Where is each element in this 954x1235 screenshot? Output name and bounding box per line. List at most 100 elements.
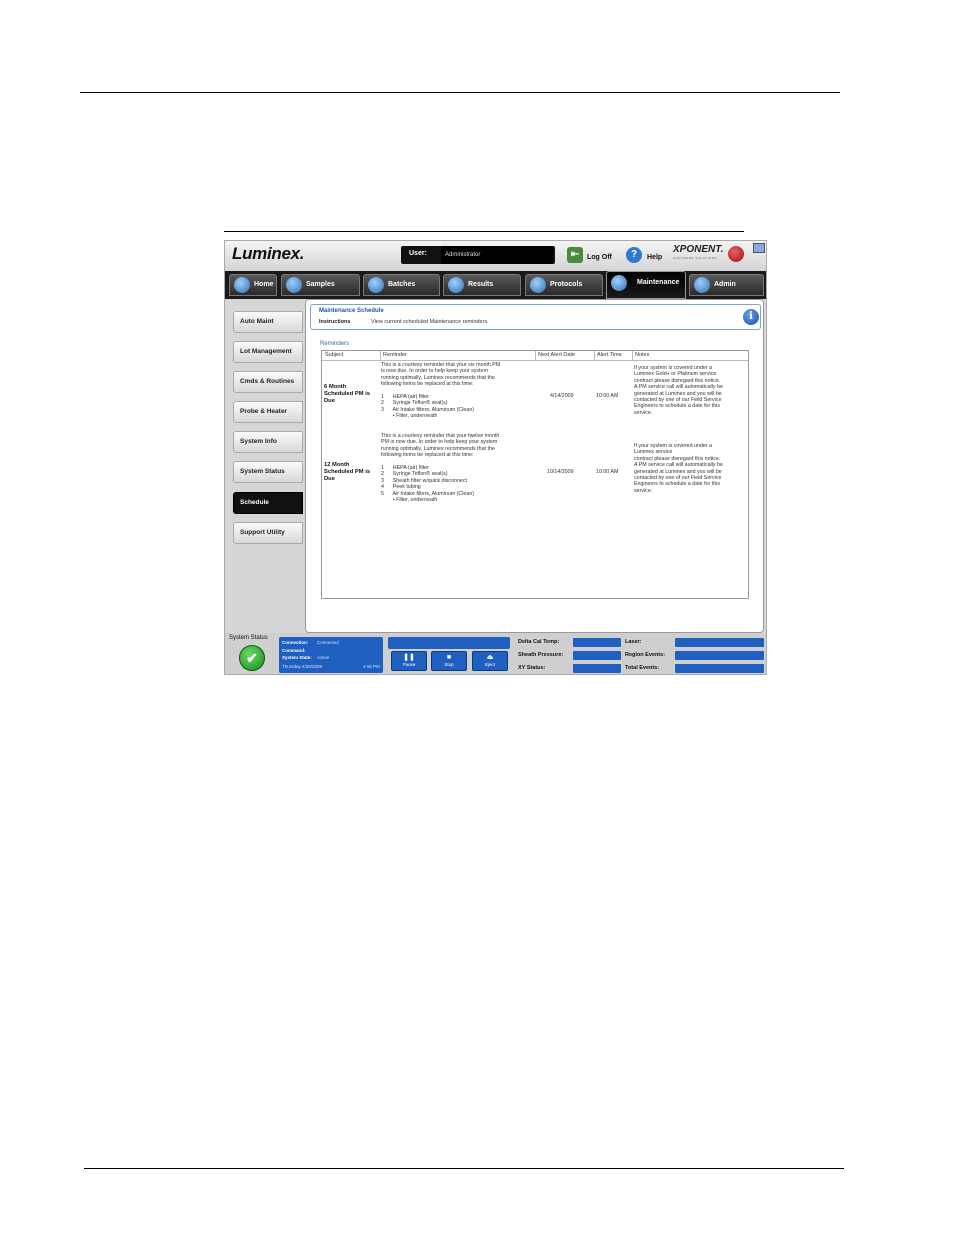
col-divider <box>632 351 633 360</box>
eject-button[interactable]: ⏏ Eject <box>472 651 508 671</box>
message-icon[interactable] <box>753 243 765 253</box>
row1-alert-time[interactable]: 10:00 AM <box>596 393 618 399</box>
protocols-icon <box>530 277 546 293</box>
sidebar-item-cmds-routines[interactable]: Cmds & Routines <box>233 371 303 393</box>
pause-button[interactable]: ❚❚ Pause <box>391 651 427 671</box>
status-light-icon <box>728 246 744 262</box>
stop-label: Stop <box>444 662 454 667</box>
row1-next-alert-date[interactable]: 4/14/2009 <box>550 393 574 399</box>
sidebar-item-system-status[interactable]: System Status <box>233 461 303 483</box>
region-events-bar <box>675 651 764 660</box>
col-header-subject[interactable]: Subject <box>325 352 343 358</box>
instructions-text: View current scheduled Maintenance remin… <box>371 319 489 325</box>
row2-reminder[interactable]: This is a courtesy reminder that your tw… <box>381 433 535 503</box>
logoff-icon[interactable]: ⇤ <box>567 247 583 263</box>
sheath-pressure-label: Sheath Pressure: <box>518 652 564 658</box>
system-status-label: System Status <box>229 635 268 641</box>
sidebar-item-auto-maint[interactable]: Auto Maint <box>233 311 303 333</box>
subject-line: Due <box>324 397 335 404</box>
tab-label: Home <box>254 281 274 288</box>
admin-icon <box>694 277 710 293</box>
subject-line: Scheduled PM is <box>324 390 371 397</box>
subject-line: 12 Month <box>324 462 350 468</box>
notes-line: service. <box>634 487 653 494</box>
row1-notes[interactable]: If your system is covered under a Lumine… <box>634 365 748 416</box>
total-events-bar <box>675 664 764 673</box>
col-divider <box>380 351 381 360</box>
notes-line: service. <box>634 409 653 416</box>
help-icon[interactable]: ? <box>626 247 642 263</box>
region-events-label: Region Events: <box>625 652 666 658</box>
row2-notes[interactable]: If your system is covered under a Lumine… <box>634 443 748 494</box>
laser-bar <box>675 638 764 647</box>
page-top-rule <box>80 92 840 93</box>
user-field[interactable]: Administrator <box>441 246 553 264</box>
sidebar-item-support-utility[interactable]: Support Utility <box>233 522 303 544</box>
row1-subject[interactable]: 6 Month Scheduled PM is Due <box>324 384 370 404</box>
sidebar-item-lot-management[interactable]: Lot Management <box>233 341 303 363</box>
stop-button[interactable]: ■ Stop <box>431 651 467 671</box>
delta-cal-temp-label: Delta Cal Temp: <box>518 639 560 645</box>
progress-bar <box>388 637 510 649</box>
total-events-label: Total Events: <box>625 665 660 671</box>
xponent-subtitle: SOFTWARE SOLUTIONS <box>673 256 718 260</box>
reminder-line: • Filter, underneath <box>381 413 438 420</box>
tab-label: Maintenance <box>637 279 680 286</box>
page-title: Maintenance Schedule <box>319 308 384 314</box>
xponent-logo: XPONENT. <box>673 244 724 255</box>
reminder-line: • Filter, underneath <box>381 497 438 504</box>
row2-subject[interactable]: 12 Month Scheduled PM is Due <box>324 462 370 482</box>
subject-line: Scheduled PM is <box>324 468 371 475</box>
col-header-alert-time[interactable]: Alert Time <box>597 352 622 358</box>
batches-icon <box>368 277 384 293</box>
tab-protocols[interactable]: Protocols <box>525 274 603 296</box>
luminex-logo: Luminex. <box>232 244 305 263</box>
col-header-next-alert-date[interactable]: Next Alert Date <box>538 352 575 358</box>
tab-label: Samples <box>306 281 335 288</box>
pause-label: Pause <box>402 662 416 667</box>
connection-panel: Connection: Connected Command: System St… <box>279 637 383 673</box>
col-header-reminder[interactable]: Reminder <box>383 352 407 358</box>
laser-label: Laser: <box>625 639 642 645</box>
sidebar-item-system-info[interactable]: System Info <box>233 431 303 453</box>
info-icon[interactable]: i <box>743 309 759 325</box>
pause-icon: ❚❚ <box>403 654 415 661</box>
logoff-button[interactable]: Log Off <box>587 254 612 261</box>
help-button[interactable]: Help <box>647 254 662 261</box>
user-box: User: Administrator <box>401 246 555 264</box>
subject-line: 6 Month <box>324 384 347 390</box>
system-state-label: System State: <box>282 655 312 660</box>
sidebar-item-probe-heater[interactable]: Probe & Heater <box>233 401 303 423</box>
row2-next-alert-date[interactable]: 10/14/2009 <box>547 469 574 475</box>
row1-reminder[interactable]: This is a courtesy reminder that your si… <box>381 362 535 420</box>
col-header-notes[interactable]: Notes <box>635 352 649 358</box>
user-label: User: <box>409 250 427 257</box>
date-value: Thursday 4/30/2009 <box>282 664 323 669</box>
sidebar-item-schedule[interactable]: Schedule <box>233 492 303 514</box>
tab-home[interactable]: Home <box>229 274 277 296</box>
tab-maintenance[interactable]: Maintenance <box>606 271 686 299</box>
sidebar: Auto Maint Lot Management Cmds & Routine… <box>225 299 305 633</box>
xy-status-label: XY Status: <box>518 665 546 671</box>
tab-label: Results <box>468 281 494 288</box>
tab-samples[interactable]: Samples <box>281 274 360 296</box>
checkmark-icon[interactable]: ✔ <box>239 645 265 671</box>
delta-cal-temp-bar <box>573 638 621 647</box>
tab-label: Protocols <box>550 281 583 288</box>
tab-results[interactable]: Results <box>443 274 521 296</box>
tab-label: Batches <box>388 281 416 288</box>
app-window: Luminex. User: Administrator ⇤ Log Off ?… <box>224 240 767 675</box>
figure-top-rule <box>224 231 744 232</box>
xy-status-bar <box>573 664 621 673</box>
header-divider <box>322 360 748 361</box>
samples-icon <box>286 277 302 293</box>
app-header: Luminex. User: Administrator ⇤ Log Off ?… <box>225 241 766 271</box>
tab-admin[interactable]: Admin <box>689 274 764 296</box>
connection-value: Connected <box>317 640 339 645</box>
tab-batches[interactable]: Batches <box>363 274 440 296</box>
reminders-legend: Reminders <box>320 341 350 347</box>
row2-alert-time[interactable]: 10:00 AM <box>596 469 618 475</box>
col-divider <box>535 351 536 360</box>
home-icon <box>234 277 250 293</box>
time-value: 4:08 PM <box>363 664 380 669</box>
